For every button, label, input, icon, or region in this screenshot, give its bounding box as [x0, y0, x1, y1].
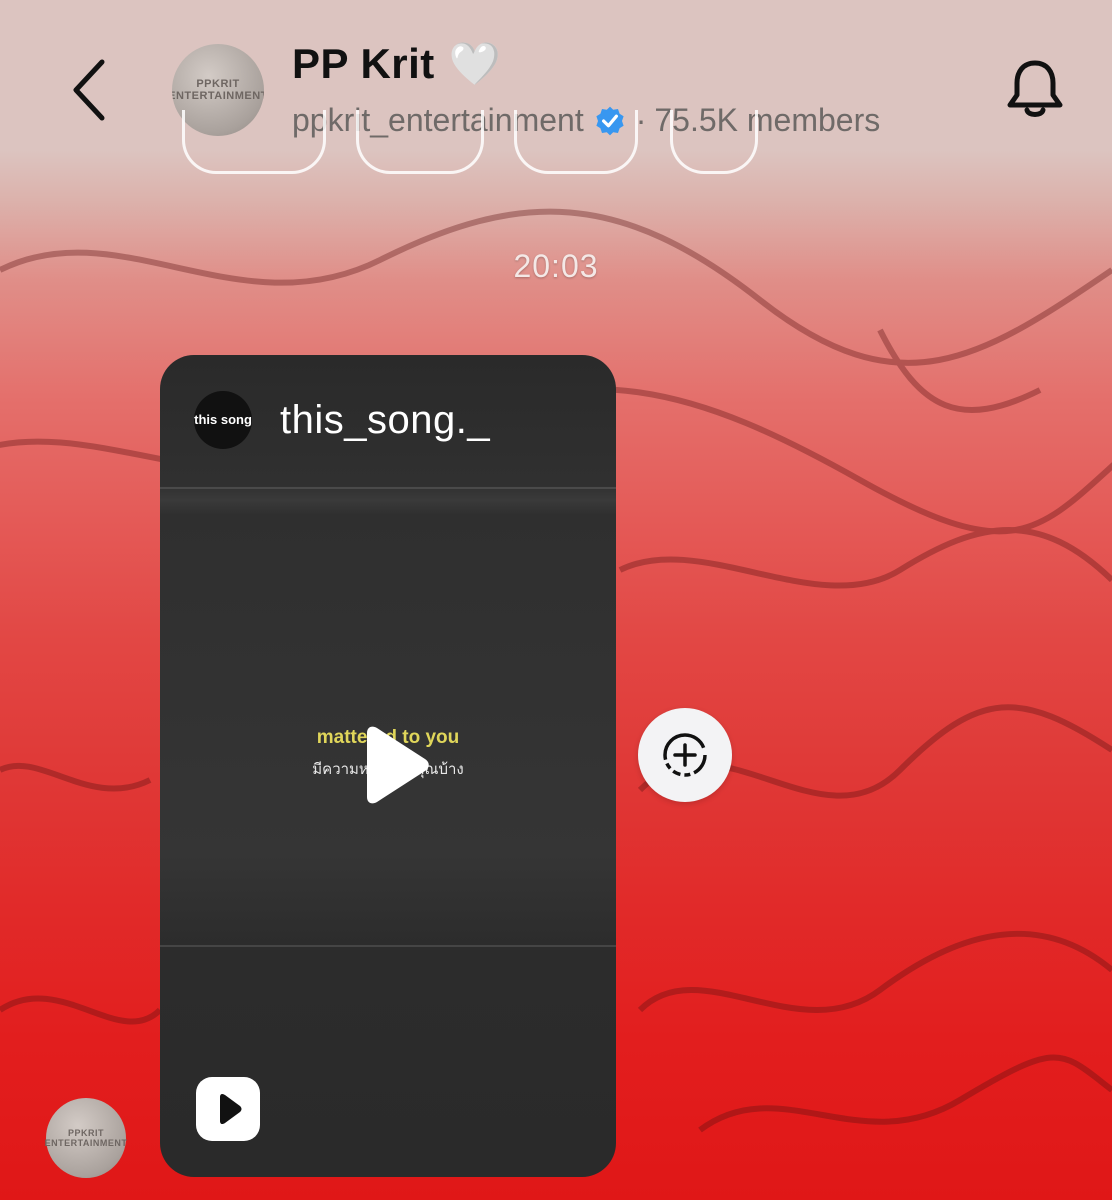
bell-icon [1007, 60, 1063, 117]
reels-play-glyph [220, 1093, 242, 1125]
chevron-left-icon [73, 59, 105, 121]
reel-author[interactable]: this song this_song._ [194, 391, 490, 449]
quick-reply-chips [0, 110, 1112, 180]
shared-reel-card[interactable]: this song this_song._ mattered to you มี… [160, 355, 616, 1177]
chip[interactable] [356, 110, 484, 174]
add-to-story-icon [663, 733, 707, 777]
white-heart-emoji: 🤍 [448, 40, 502, 87]
message-timestamp: 20:03 [513, 248, 599, 284]
sender-avatar-text: PPKRIT ENTERTAINMENT [44, 1128, 128, 1148]
notifications-button[interactable] [1000, 54, 1070, 124]
reel-author-username: this_song._ [280, 397, 491, 442]
sender-avatar[interactable]: PPKRIT ENTERTAINMENT [44, 1098, 128, 1178]
card-divider [160, 487, 616, 489]
chip[interactable] [670, 110, 758, 174]
chip[interactable] [514, 110, 638, 174]
back-button[interactable] [60, 50, 120, 130]
card-divider [160, 945, 616, 947]
channel-title-row[interactable]: PP Krit 🤍 [292, 40, 501, 88]
reel-author-avatar: this song [194, 391, 252, 449]
avatar-logo-text: PPKRIT ENTERTAINMENT [172, 78, 264, 102]
reels-icon [196, 1077, 260, 1141]
chip[interactable] [182, 110, 326, 174]
add-to-story-button[interactable] [638, 708, 732, 802]
channel-title: PP Krit [292, 40, 435, 87]
play-icon[interactable] [353, 725, 433, 805]
